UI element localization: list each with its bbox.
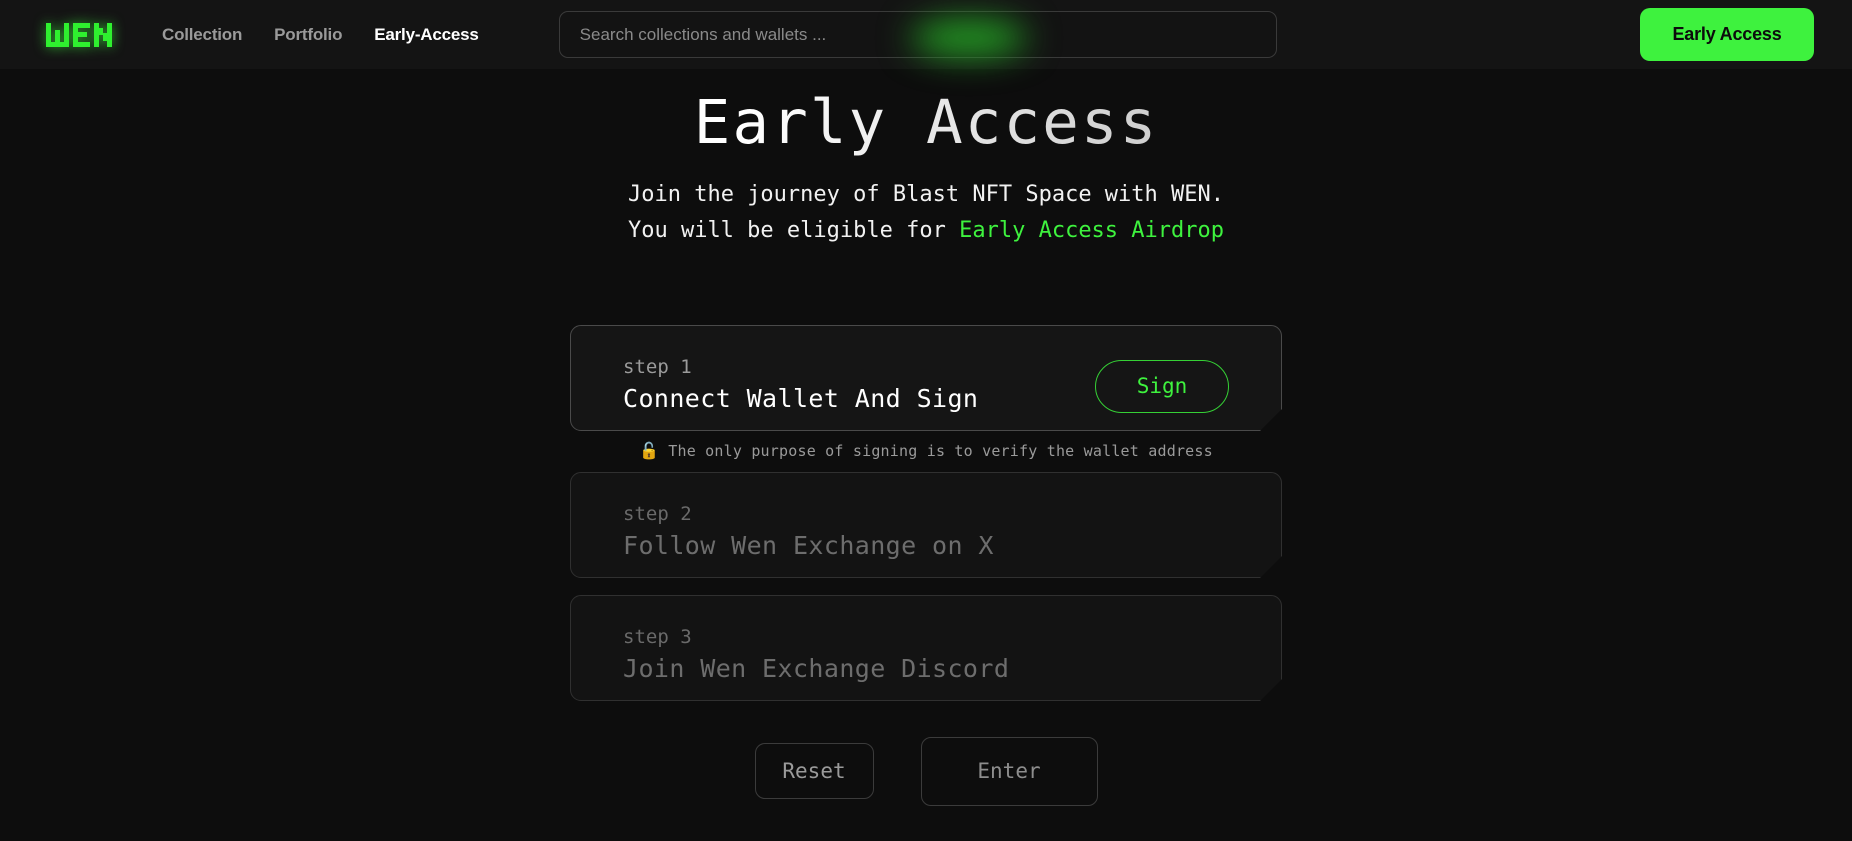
- step-card-1[interactable]: step 1 Connect Wallet And Sign Sign: [570, 325, 1282, 431]
- step-1-label: step 1: [623, 355, 692, 378]
- page-subtitle: Join the journey of Blast NFT Space with…: [0, 177, 1852, 249]
- signing-disclaimer: 🔓 The only purpose of signing is to veri…: [570, 442, 1282, 460]
- main-content: Early Access Join the journey of Blast N…: [0, 69, 1852, 806]
- signing-disclaimer-text: The only purpose of signing is to verify…: [668, 441, 1213, 460]
- wen-logo[interactable]: [46, 20, 114, 50]
- subtitle-airdrop-accent: Early Access Airdrop: [959, 217, 1225, 243]
- step-2-label: step 2: [623, 502, 692, 525]
- steps-spacer: [570, 578, 1282, 595]
- wen-wordmark-icon: [46, 20, 114, 50]
- search-container: [558, 11, 1277, 58]
- nav-link-collection[interactable]: Collection: [162, 25, 242, 45]
- enter-button[interactable]: Enter: [920, 736, 1098, 806]
- step-1-text: step 1 Connect Wallet And Sign: [623, 352, 978, 418]
- step-2-title: Follow Wen Exchange on X: [623, 530, 994, 560]
- early-access-button[interactable]: Early Access: [1640, 8, 1814, 61]
- step-3-text: step 3 Join Wen Exchange Discord: [623, 622, 1009, 688]
- action-buttons: Reset Enter: [0, 736, 1852, 806]
- step-card-2[interactable]: step 2 Follow Wen Exchange on X: [570, 472, 1282, 578]
- search-input[interactable]: [558, 11, 1277, 58]
- step-2-text: step 2 Follow Wen Exchange on X: [623, 499, 994, 565]
- reset-button[interactable]: Reset: [754, 743, 874, 800]
- site-header: Collection Portfolio Early-Access Early …: [0, 0, 1852, 69]
- step-card-3[interactable]: step 3 Join Wen Exchange Discord: [570, 595, 1282, 701]
- subtitle-line-2-prefix: You will be eligible for: [627, 217, 960, 243]
- nav-link-early-access[interactable]: Early-Access: [374, 25, 479, 45]
- nav-link-portfolio[interactable]: Portfolio: [274, 25, 342, 45]
- open-padlock-icon: 🔓: [639, 440, 660, 460]
- subtitle-line-1: Join the journey of Blast NFT Space with…: [627, 181, 1225, 207]
- subtitle-line-2: You will be eligible for Early Access Ai…: [0, 213, 1852, 249]
- steps-list: step 1 Connect Wallet And Sign Sign 🔓 Th…: [570, 325, 1282, 701]
- sign-button[interactable]: Sign: [1095, 360, 1229, 413]
- step-1-title: Connect Wallet And Sign: [623, 383, 979, 413]
- step-3-title: Join Wen Exchange Discord: [623, 653, 1010, 683]
- main-navigation: Collection Portfolio Early-Access: [162, 25, 479, 45]
- page-title: Early Access: [0, 87, 1852, 159]
- step-3-label: step 3: [623, 625, 692, 648]
